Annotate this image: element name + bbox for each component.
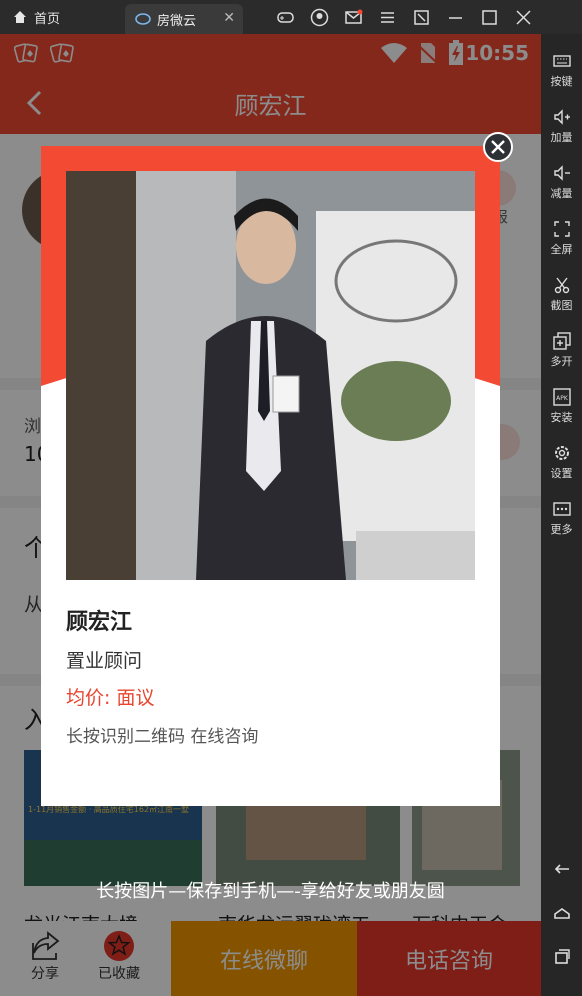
back-arrow-icon [554, 864, 569, 874]
sidebar-item-settings[interactable]: 设置 [541, 444, 582, 481]
sidebar-item-screenshot[interactable]: 截图 [541, 276, 582, 313]
android-home-button[interactable] [541, 904, 582, 925]
agent-photo[interactable] [66, 171, 475, 580]
sidebar-item-more[interactable]: 更多 [541, 500, 582, 537]
app-icon [135, 13, 151, 25]
mail-icon[interactable] [344, 8, 363, 27]
recents-icon [554, 949, 570, 964]
sidebar-label: 设置 [550, 467, 573, 480]
app-tab-label: 房微云 [157, 13, 197, 29]
sidebar-item-multi-open[interactable]: 多开 [541, 332, 582, 369]
phone-screen: 10:55 顾宏江 举报 浏 10 个 从 入 1-11月销售金额 · 高品质住… [0, 34, 541, 996]
sidebar-item-keys[interactable]: 按键 [541, 52, 582, 89]
account-icon[interactable] [310, 8, 329, 27]
minimize-icon[interactable] [446, 8, 465, 27]
gamepad-icon[interactable] [276, 8, 295, 27]
sidebar-item-volume-down[interactable]: 减量 [541, 164, 582, 201]
android-back-button[interactable] [541, 860, 582, 881]
qr-hint: 长按识别二维码 在线咨询 [66, 727, 259, 747]
scissors-icon [554, 277, 569, 294]
gear-icon [554, 446, 569, 460]
sidebar-item-install[interactable]: APK 安装 [541, 388, 582, 425]
agent-name: 顾宏江 [66, 610, 133, 635]
sidebar-label: 减量 [550, 187, 573, 200]
maximize-icon[interactable] [480, 8, 499, 27]
sidebar-label: 安装 [550, 411, 573, 424]
home-icon [14, 11, 26, 23]
resize-icon[interactable] [412, 8, 431, 27]
emulator-title-bar: 首页 房微云 ✕ [0, 0, 582, 34]
close-icon [491, 140, 505, 154]
sidebar-item-volume-up[interactable]: 加量 [541, 108, 582, 145]
app-tab[interactable]: 房微云 ✕ [125, 4, 243, 34]
save-image-tip: 长按图片—保存到手机—-享给好友或朋友圆 [96, 881, 445, 902]
more-icon [552, 502, 571, 516]
android-recents-button[interactable] [541, 948, 582, 969]
volume-up-icon [553, 109, 570, 125]
emulator-sidebar: 按键 加量 减量 全屏 截图 多开 APK 安装 设置 更多 [541, 34, 582, 996]
svg-text:APK: APK [556, 395, 569, 402]
multi-open-icon [552, 332, 571, 350]
android-home-icon [553, 908, 570, 919]
home-tab-label: 首页 [34, 11, 61, 27]
sidebar-label: 按键 [550, 75, 573, 88]
agent-role: 置业顾问 [66, 650, 143, 672]
sidebar-label: 全屏 [550, 243, 573, 256]
menu-icon[interactable] [378, 8, 397, 27]
apk-icon: APK [552, 388, 571, 406]
title-bar-controls [276, 8, 533, 27]
sidebar-label: 加量 [550, 131, 573, 144]
keyboard-icon [552, 55, 571, 67]
volume-down-icon [553, 165, 570, 181]
sidebar-item-fullscreen[interactable]: 全屏 [541, 220, 582, 257]
agent-portrait-image [66, 171, 475, 580]
fullscreen-icon [553, 221, 570, 237]
close-window-icon[interactable] [514, 8, 533, 27]
sidebar-label: 截图 [550, 299, 573, 312]
sidebar-label: 更多 [550, 523, 573, 536]
home-tab[interactable]: 首页 [12, 7, 60, 27]
average-price: 均价: 面议 [66, 687, 155, 709]
close-tab-icon[interactable]: ✕ [223, 10, 235, 26]
sidebar-label: 多开 [550, 355, 573, 368]
close-popup-button[interactable] [483, 132, 513, 162]
